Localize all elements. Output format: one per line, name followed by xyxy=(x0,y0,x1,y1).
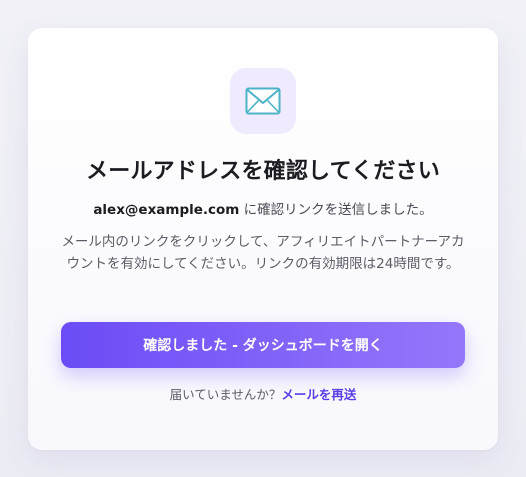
envelope-icon-tile xyxy=(230,68,296,134)
open-dashboard-button[interactable]: 確認しました - ダッシュボードを開く xyxy=(61,322,465,368)
sent-notice: alex@example.com に確認リンクを送信しました。 xyxy=(28,199,498,221)
resend-email-link[interactable]: メールを再送 xyxy=(281,387,356,402)
envelope-icon xyxy=(245,87,281,115)
instructions-text: メール内のリンクをクリックして、アフィリエイトパートナーアカウントを有効にしてく… xyxy=(61,234,465,272)
resend-question: 届いていませんか？ xyxy=(169,387,282,402)
verification-card: メールアドレスを確認してください alex@example.com に確認リンク… xyxy=(28,28,498,450)
resend-prompt: 届いていませんか？メールを再送 xyxy=(28,384,498,406)
user-email: alex@example.com xyxy=(93,202,240,218)
page-background: メールアドレスを確認してください alex@example.com に確認リンク… xyxy=(0,0,526,477)
sent-notice-suffix: に確認リンクを送信しました。 xyxy=(239,202,433,218)
page-title: メールアドレスを確認してください xyxy=(86,159,440,184)
